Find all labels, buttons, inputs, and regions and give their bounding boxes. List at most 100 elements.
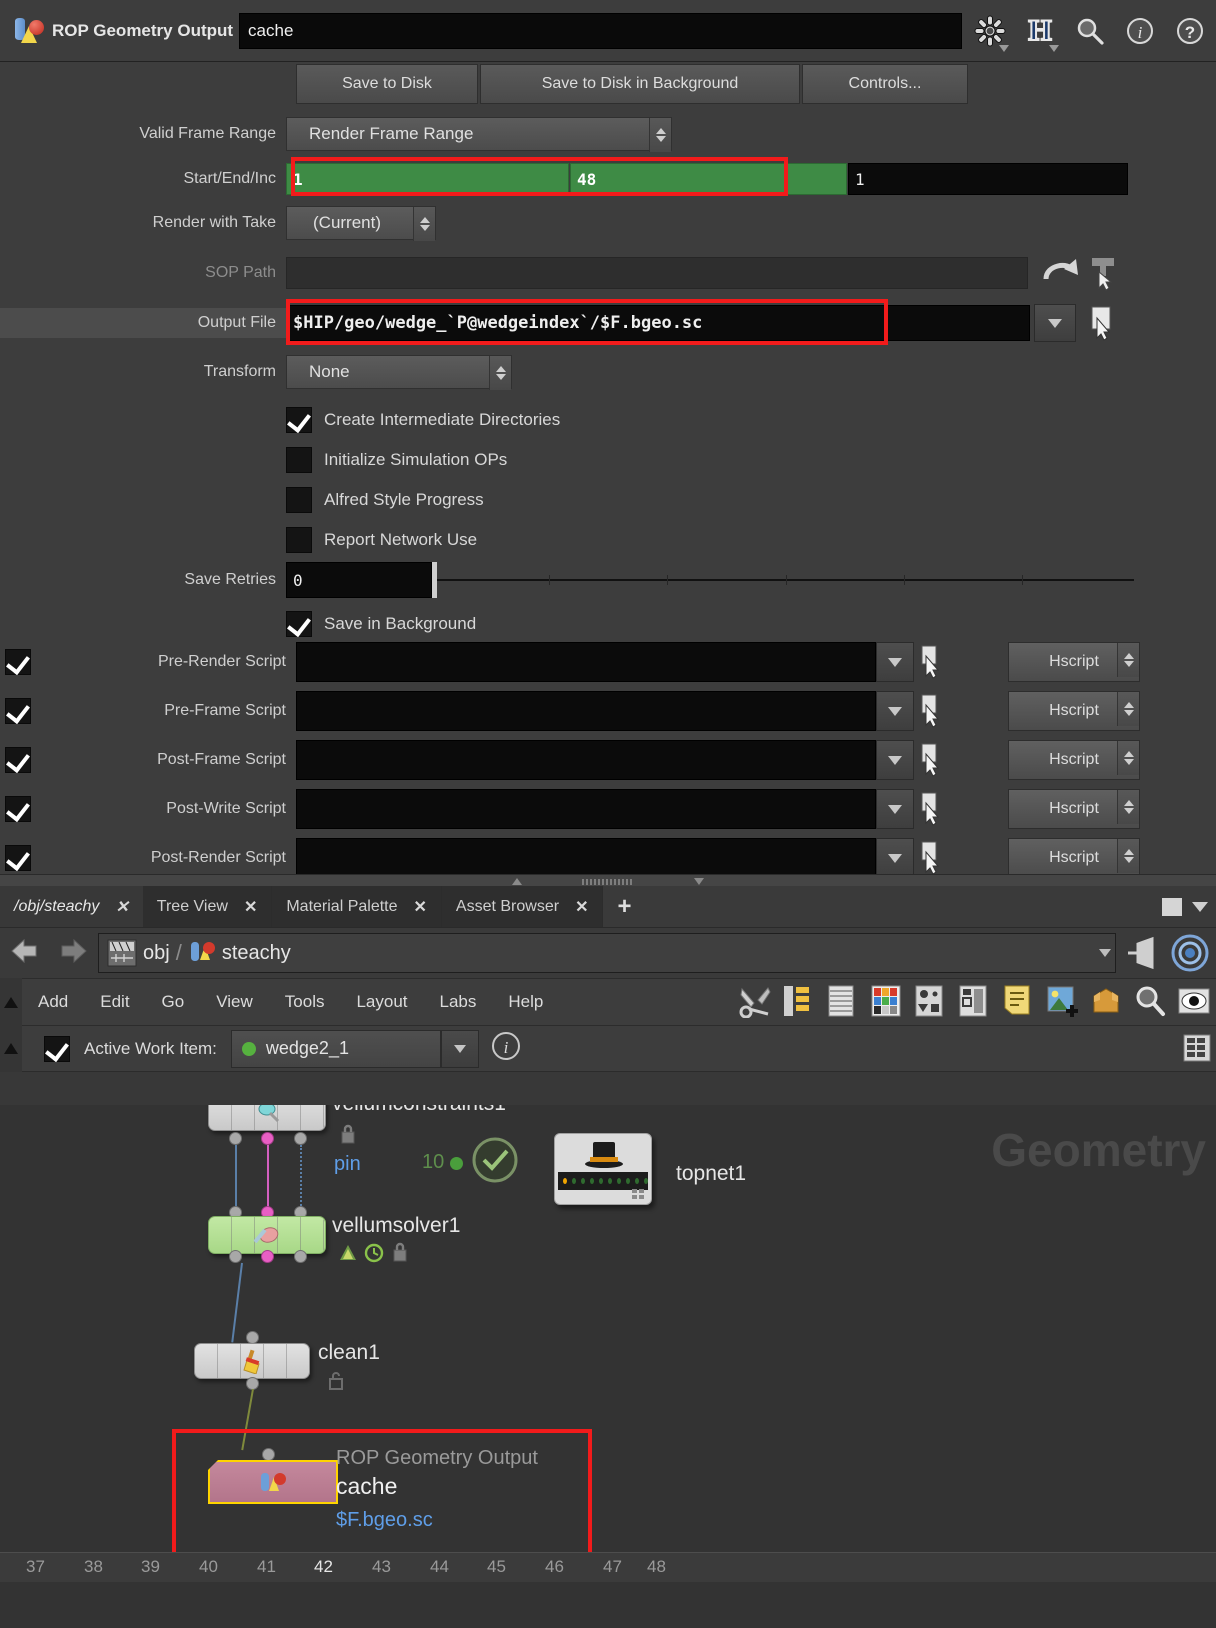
frame-end-field[interactable]: 48 (570, 163, 847, 195)
info-icon[interactable]: i (1118, 9, 1162, 53)
transform-menu[interactable]: None (286, 355, 512, 390)
houdini-h-icon[interactable]: H (1018, 9, 1062, 53)
snapshot-icon[interactable] (958, 984, 994, 1020)
tools-wrench-icon[interactable] (738, 984, 774, 1020)
eye-icon[interactable] (1178, 984, 1214, 1020)
node-cache[interactable] (208, 1460, 338, 1504)
post-render-script-lang-button[interactable]: Hscript (1008, 838, 1140, 878)
report-network-use-checkbox[interactable] (286, 527, 312, 553)
post-frame-script-enable-checkbox[interactable] (5, 747, 31, 773)
post-frame-script-lang-spinner[interactable] (1117, 741, 1139, 775)
active-work-item-dropdown[interactable] (440, 1029, 479, 1068)
row-save-in-background[interactable]: Save in Background (0, 604, 1216, 644)
row-create-intermediate-directories[interactable]: Create Intermediate Directories (0, 400, 1216, 440)
pre-frame-script-lang-button[interactable]: Hscript (1008, 691, 1140, 731)
node-output-port[interactable] (261, 1250, 274, 1263)
close-icon[interactable]: ✕ (575, 897, 588, 917)
add-tab-button[interactable]: + (603, 886, 645, 927)
row-report-network-use[interactable]: Report Network Use (0, 520, 1216, 560)
active-work-item-checkbox[interactable] (44, 1035, 70, 1062)
node-input-port[interactable] (262, 1448, 275, 1461)
node-vellumsolver1[interactable] (208, 1216, 326, 1254)
save-to-disk-button[interactable]: Save to Disk (296, 64, 478, 104)
valid-frame-range-spinner[interactable] (649, 118, 671, 152)
pick-node-icon[interactable] (1082, 254, 1126, 292)
post-write-script-browse-icon[interactable] (914, 791, 950, 827)
active-work-item-field[interactable]: wedge2_1 (230, 1029, 441, 1068)
reload-icon[interactable] (1038, 255, 1082, 291)
layers-icon[interactable] (826, 984, 862, 1020)
search-icon[interactable] (1134, 984, 1170, 1020)
node-clean1[interactable] (194, 1343, 310, 1379)
nav-forward-icon[interactable] (52, 934, 92, 972)
shapes-icon[interactable] (914, 984, 950, 1020)
menu-view[interactable]: View (200, 992, 269, 1012)
post-frame-script-browse-icon[interactable] (914, 742, 950, 778)
display-options-icon[interactable] (1170, 933, 1210, 973)
output-file-field[interactable]: $HIP/geo/wedge_`P@wedgeindex`/$F.bgeo.sc (286, 305, 1030, 341)
path-dropdown-icon[interactable] (1099, 949, 1111, 957)
create-intermediate-directories-checkbox[interactable] (286, 407, 312, 433)
close-icon[interactable]: ✕ (115, 897, 128, 917)
row-alfred-style-progress[interactable]: Alfred Style Progress (0, 480, 1216, 520)
valid-frame-range-menu[interactable]: Render Frame Range (286, 117, 672, 152)
node-output-port[interactable] (229, 1132, 242, 1145)
file-browse-icon[interactable] (1080, 304, 1124, 342)
timeline-ruler[interactable]: 37 38 39 40 41 42 43 44 45 46 47 48 (0, 1552, 1216, 1628)
save-in-background-checkbox[interactable] (286, 611, 312, 637)
search-icon[interactable] (1068, 9, 1112, 53)
pre-frame-script-enable-checkbox[interactable] (5, 698, 31, 724)
menu-add[interactable]: Add (22, 992, 84, 1012)
node-topnet1[interactable] (554, 1133, 652, 1205)
sop-path-field[interactable] (286, 257, 1028, 289)
pre-render-script-browse-icon[interactable] (914, 644, 950, 680)
post-write-script-enable-checkbox[interactable] (5, 796, 31, 822)
menu-tools[interactable]: Tools (269, 992, 341, 1012)
node-output-port[interactable] (261, 1132, 274, 1145)
pane-menu-icon[interactable] (1192, 901, 1208, 912)
help-icon[interactable]: ? (1168, 9, 1212, 53)
network-path-field[interactable]: obj / steachy (98, 933, 1116, 973)
render-with-take-menu[interactable]: (Current) (286, 206, 436, 241)
tab-obj-steachy[interactable]: /obj/steachy ✕ (0, 886, 143, 927)
post-frame-script-dropdown[interactable] (876, 740, 914, 780)
menu-go[interactable]: Go (146, 992, 201, 1012)
pre-render-script-field[interactable] (296, 642, 876, 682)
list-tree-icon[interactable] (782, 984, 818, 1020)
post-frame-script-lang-button[interactable]: Hscript (1008, 740, 1140, 780)
post-render-script-lang-spinner[interactable] (1117, 839, 1139, 873)
menu-scroll-icon[interactable] (0, 978, 22, 1026)
node-output-port[interactable] (294, 1132, 307, 1145)
menu-labs[interactable]: Labs (424, 992, 493, 1012)
alfred-style-progress-checkbox[interactable] (286, 487, 312, 513)
pre-frame-script-lang-spinner[interactable] (1117, 692, 1139, 726)
nav-back-icon[interactable] (6, 934, 46, 972)
tab-material-palette[interactable]: Material Palette ✕ (272, 886, 442, 927)
pre-frame-script-field[interactable] (296, 691, 876, 731)
output-file-dropdown[interactable] (1034, 304, 1076, 342)
close-icon[interactable]: ✕ (414, 897, 427, 917)
info-icon[interactable]: i (489, 1029, 529, 1069)
pre-render-script-lang-button[interactable]: Hscript (1008, 642, 1140, 682)
menu-layout[interactable]: Layout (340, 992, 423, 1012)
pre-frame-script-browse-icon[interactable] (914, 693, 950, 729)
post-write-script-lang-button[interactable]: Hscript (1008, 789, 1140, 829)
node-vellumconstraints1[interactable] (208, 1105, 326, 1131)
row-initialize-simulation-ops[interactable]: Initialize Simulation OPs (0, 440, 1216, 480)
frame-inc-field[interactable]: 1 (848, 163, 1128, 195)
node-output-port[interactable] (229, 1250, 242, 1263)
tab-asset-browser[interactable]: Asset Browser ✕ (441, 886, 604, 927)
post-render-script-dropdown[interactable] (876, 838, 914, 878)
awi-scroll-icon[interactable] (0, 1025, 22, 1072)
frame-start-field[interactable]: 1 (286, 163, 569, 195)
post-write-script-field[interactable] (296, 789, 876, 829)
save-to-disk-background-button[interactable]: Save to Disk in Background (480, 64, 800, 104)
post-render-script-field[interactable] (296, 838, 876, 878)
notes-icon[interactable] (1002, 984, 1038, 1020)
pin-icon[interactable] (1122, 933, 1164, 973)
gear-icon[interactable] (968, 9, 1012, 53)
color-palette-icon[interactable] (870, 984, 906, 1020)
save-retries-field[interactable]: 0 (286, 562, 432, 598)
post-write-script-lang-spinner[interactable] (1117, 790, 1139, 824)
post-frame-script-field[interactable] (296, 740, 876, 780)
